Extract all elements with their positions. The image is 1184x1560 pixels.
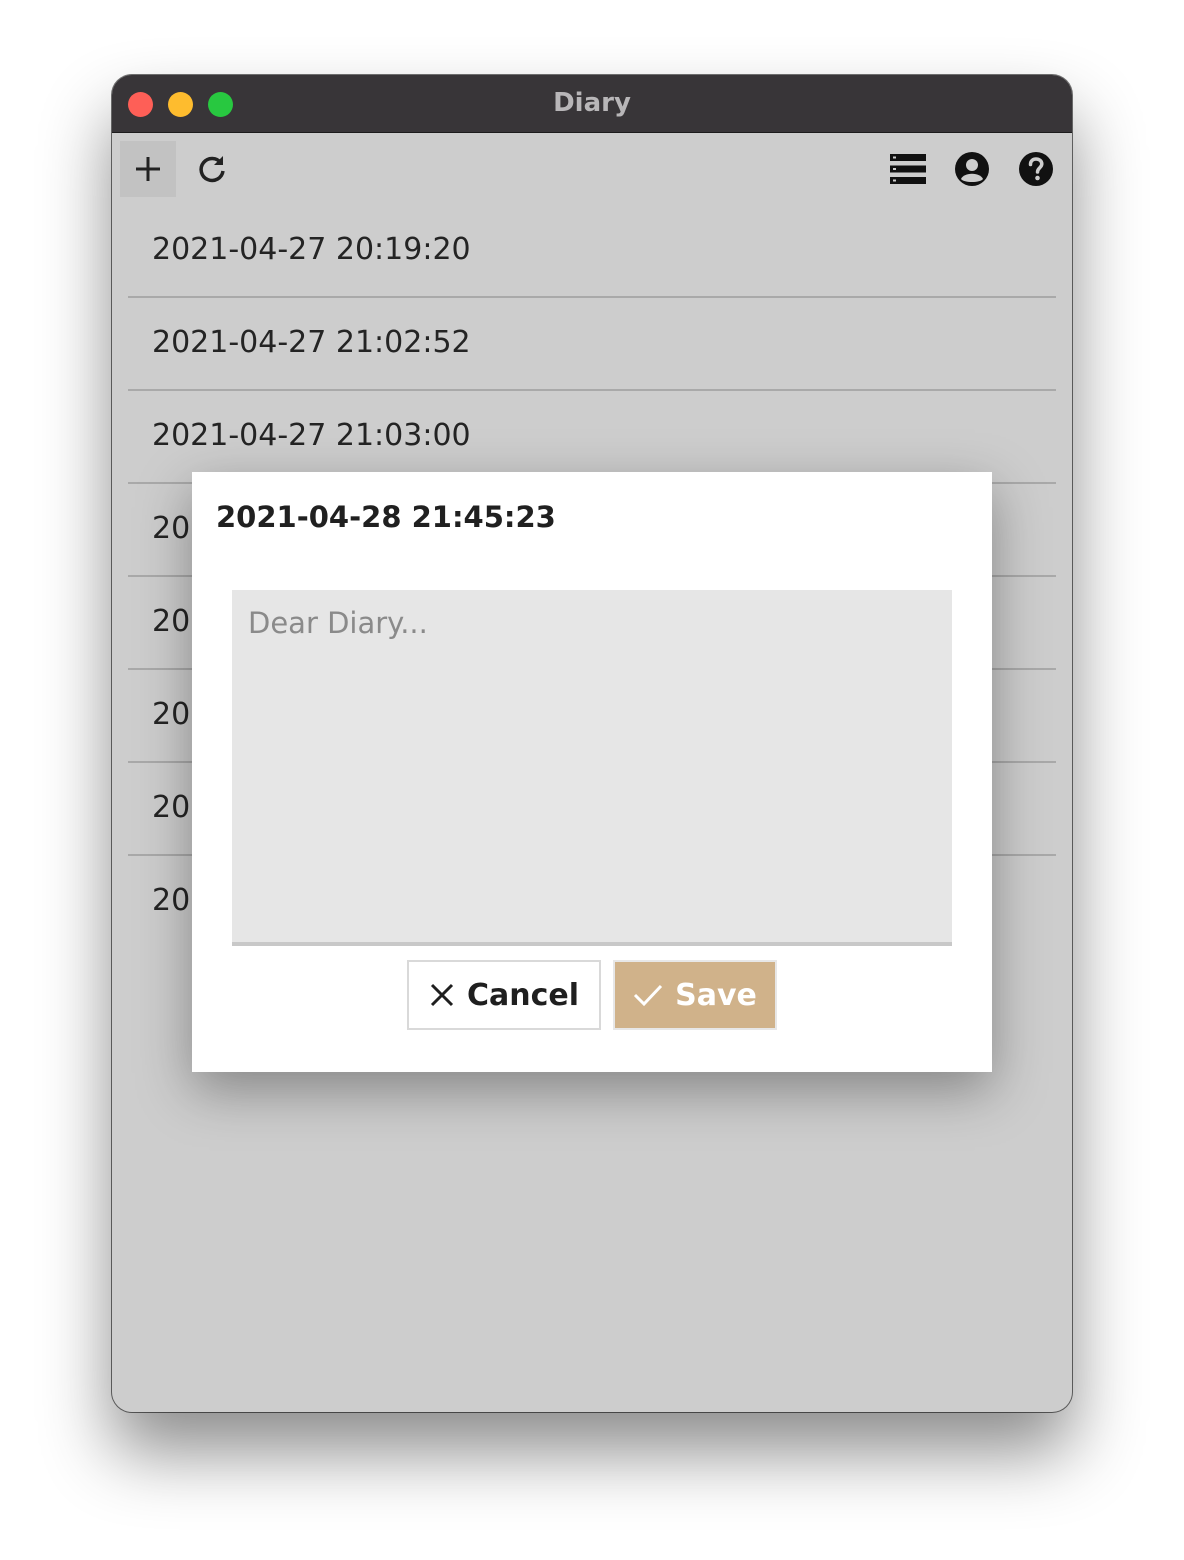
list-item[interactable]: 2021-04-27 20:19:20 xyxy=(128,205,1056,298)
cancel-label: Cancel xyxy=(466,977,580,1013)
add-icon xyxy=(136,157,160,181)
dialog-title: 2021-04-28 21:45:23 xyxy=(216,500,556,534)
refresh-icon xyxy=(199,156,225,183)
account-icon xyxy=(955,152,989,186)
new-entry-dialog: 2021-04-28 21:45:23 Cancel Save xyxy=(192,472,992,1072)
refresh-button[interactable] xyxy=(184,141,240,197)
list-item[interactable]: 2021-04-27 21:02:52 xyxy=(128,298,1056,391)
list-view-button[interactable] xyxy=(880,141,936,197)
save-button[interactable]: Save xyxy=(613,960,777,1030)
toolbar xyxy=(112,133,1072,205)
close-icon xyxy=(430,983,454,1007)
check-icon xyxy=(634,984,663,1007)
cancel-button[interactable]: Cancel xyxy=(407,960,601,1030)
entry-timestamp: 2021-04-27 21:03:00 xyxy=(152,418,471,453)
help-icon xyxy=(1019,152,1053,186)
list-item[interactable]: 2021-04-27 21:03:00 xyxy=(128,391,1056,484)
entry-timestamp: 2021-04-27 20:19:20 xyxy=(152,232,471,267)
save-label: Save xyxy=(675,977,757,1013)
add-entry-button[interactable] xyxy=(120,141,176,197)
title-bar: Diary xyxy=(112,75,1072,133)
window-title: Diary xyxy=(553,88,631,118)
entry-timestamp: 2021-04-27 21:02:52 xyxy=(152,325,471,360)
diary-entry-input[interactable] xyxy=(232,590,952,946)
account-button[interactable] xyxy=(944,141,1000,197)
help-button[interactable] xyxy=(1008,141,1064,197)
list-icon xyxy=(890,154,926,184)
